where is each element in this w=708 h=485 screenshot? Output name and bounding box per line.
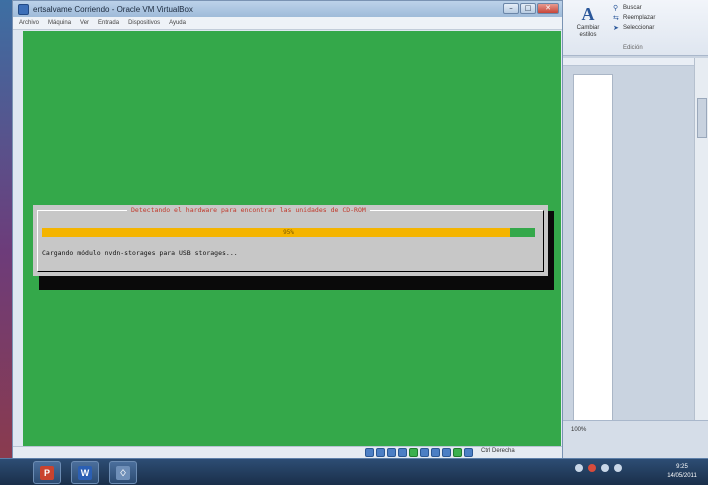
taskbar-virtualbox[interactable]: ♢ bbox=[109, 461, 137, 484]
tray-arrow-icon[interactable] bbox=[575, 464, 583, 472]
shared-folder-icon[interactable] bbox=[431, 448, 440, 457]
clock-date: 14/05/2011 bbox=[667, 473, 697, 479]
display-icon[interactable] bbox=[442, 448, 451, 457]
vm-display[interactable]: Detectando el hardware para encontrar la… bbox=[23, 31, 561, 446]
vbox-menubar: Archivo Máquina Ver Entrada Dispositivos… bbox=[13, 17, 562, 30]
host-key-label: Ctrl Derecha bbox=[481, 448, 515, 454]
mouse-integration-icon[interactable] bbox=[464, 448, 473, 457]
tray-alert-icon[interactable] bbox=[588, 464, 596, 472]
volume-icon[interactable] bbox=[601, 464, 609, 472]
minimize-button[interactable]: – bbox=[503, 3, 519, 14]
editing-commands: ⚲ Buscar ⇆ Reemplazar ➤ Seleccionar bbox=[613, 3, 703, 33]
hard-disk-icon[interactable] bbox=[365, 448, 374, 457]
word-page[interactable] bbox=[573, 74, 613, 454]
usb-icon[interactable] bbox=[420, 448, 429, 457]
windows-taskbar: P W ♢ 9:25 14/05/2011 bbox=[0, 458, 708, 485]
window-controls: – □ ✕ bbox=[503, 3, 559, 14]
word-status-bar: 100% bbox=[563, 420, 708, 458]
virtualbox-taskbar-icon: ♢ bbox=[116, 465, 130, 480]
close-button[interactable]: ✕ bbox=[537, 3, 559, 14]
replace-icon: ⇆ bbox=[613, 14, 619, 22]
clock-time: 9:25 bbox=[676, 464, 688, 470]
zoom-level[interactable]: 100% bbox=[571, 427, 586, 433]
menu-devices[interactable]: Dispositivos bbox=[128, 20, 160, 26]
dialog-title: Detectando el hardware para encontrar la… bbox=[127, 205, 370, 215]
binoculars-icon: ⚲ bbox=[613, 4, 619, 12]
maximize-button[interactable]: □ bbox=[520, 3, 536, 14]
network-tray-icon[interactable] bbox=[614, 464, 622, 472]
virtualbox-window: ertsalvame Corriendo - Oracle VM Virtual… bbox=[12, 0, 563, 458]
taskbar-app-red[interactable]: P bbox=[33, 461, 61, 484]
word-ruler bbox=[563, 58, 698, 66]
menu-input[interactable]: Entrada bbox=[98, 20, 119, 26]
installer-progress-dialog: Detectando el hardware para encontrar la… bbox=[33, 205, 548, 276]
word-ribbon: A Cambiar estilos ⚲ Buscar ⇆ Reemplazar … bbox=[563, 0, 708, 56]
dialog-frame bbox=[37, 210, 544, 272]
menu-view[interactable]: Ver bbox=[80, 20, 89, 26]
floppy-icon[interactable] bbox=[387, 448, 396, 457]
change-styles-label: Cambiar estilos bbox=[576, 25, 600, 38]
optical-drive-icon[interactable] bbox=[376, 448, 385, 457]
replace-label: Reemplazar bbox=[623, 15, 656, 21]
taskbar-clock[interactable]: 9:25 14/05/2011 bbox=[660, 463, 704, 481]
styles-icon: A bbox=[581, 4, 595, 24]
word-icon: W bbox=[78, 465, 92, 480]
scrollbar-thumb[interactable] bbox=[697, 98, 707, 138]
ribbon-group-label: Edición bbox=[623, 45, 643, 51]
word-window: A Cambiar estilos ⚲ Buscar ⇆ Reemplazar … bbox=[563, 0, 708, 458]
select-button[interactable]: ➤ Seleccionar bbox=[613, 23, 703, 33]
vbox-titlebar[interactable]: ertsalvame Corriendo - Oracle VM Virtual… bbox=[13, 1, 562, 17]
menu-file[interactable]: Archivo bbox=[19, 20, 39, 26]
device-indicators bbox=[365, 448, 473, 457]
progress-bar: 95% bbox=[42, 228, 535, 237]
change-styles-button[interactable]: A Cambiar estilos bbox=[573, 3, 603, 43]
menu-help[interactable]: Ayuda bbox=[169, 20, 186, 26]
window-title: ertsalvame Corriendo - Oracle VM Virtual… bbox=[33, 4, 193, 14]
word-vertical-scrollbar[interactable] bbox=[694, 58, 708, 422]
virtualbox-icon bbox=[18, 3, 29, 15]
desktop-background bbox=[0, 0, 12, 458]
find-label: Buscar bbox=[623, 5, 642, 11]
presentation-app-icon: P bbox=[40, 465, 54, 480]
replace-button[interactable]: ⇆ Reemplazar bbox=[613, 13, 703, 23]
audio-icon[interactable] bbox=[398, 448, 407, 457]
cursor-icon: ➤ bbox=[613, 24, 619, 32]
select-label: Seleccionar bbox=[623, 25, 655, 31]
find-button[interactable]: ⚲ Buscar bbox=[613, 3, 703, 13]
network-icon[interactable] bbox=[409, 448, 418, 457]
capture-icon[interactable] bbox=[453, 448, 462, 457]
progress-percent-label: 95% bbox=[283, 229, 294, 236]
vbox-statusbar: Ctrl Derecha bbox=[13, 446, 562, 458]
taskbar-word[interactable]: W bbox=[71, 461, 99, 484]
menu-machine[interactable]: Máquina bbox=[48, 20, 71, 26]
system-tray bbox=[575, 464, 622, 472]
status-message: Cargando módulo nvdn-storages para USB s… bbox=[42, 249, 238, 257]
